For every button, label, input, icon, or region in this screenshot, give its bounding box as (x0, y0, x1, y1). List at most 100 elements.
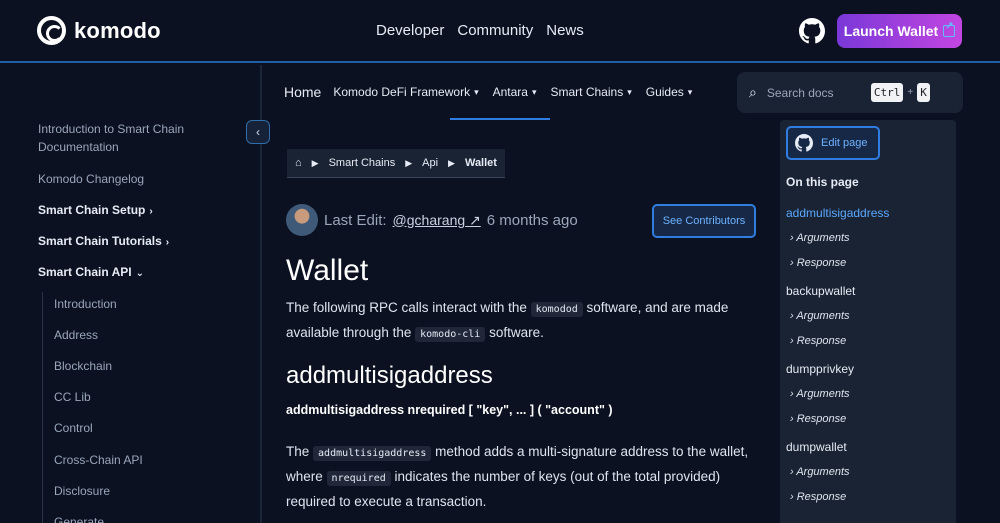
sidebar-subitem-generate[interactable]: Generate (54, 515, 104, 523)
toc-subitem[interactable]: › Arguments (790, 388, 850, 400)
shortcut-key-ctrl: Ctrl (870, 83, 904, 102)
chevron-right-icon: ▶ (311, 157, 319, 168)
launch-wallet-button[interactable]: Launch Wallet (837, 14, 962, 48)
nav-link-community[interactable]: Community (457, 22, 533, 39)
docs-subnav: Home Komodo DeFi Framework ▾ Antara ▾ Smar… (284, 84, 706, 100)
github-icon[interactable] (799, 18, 825, 44)
subnav-label: Komodo DeFi Framework (333, 85, 471, 99)
toc-subitem[interactable]: › Response (790, 413, 846, 425)
intro-paragraph: The following RPC calls interact with th… (286, 296, 756, 346)
komodo-logo-icon (37, 16, 66, 45)
subnav-label: Antara (492, 85, 528, 99)
method-description: The addmultisigaddress method adds a mul… (286, 440, 756, 513)
search-placeholder: Search docs (766, 85, 834, 100)
chevron-right-icon: › (165, 237, 170, 248)
toc-subitem[interactable]: › Arguments (790, 466, 850, 478)
toc-item-backupwallet[interactable]: backupwallet (786, 284, 855, 298)
subnav-smart-chains[interactable]: Smart Chains ▾ (551, 85, 632, 99)
toc-subitem-label: Response (796, 257, 847, 269)
toc-subitem[interactable]: › Response (790, 491, 846, 503)
sidebar: Introduction to Smart Chain Documentatio… (0, 65, 270, 523)
collapse-sidebar-button[interactable]: ‹ (246, 120, 270, 144)
toc-subitem-label: Response (796, 335, 847, 347)
sidebar-item-api[interactable]: Smart Chain API ⌄ (38, 263, 218, 283)
toc-subitem[interactable]: › Response (790, 257, 846, 269)
sidebar-item-changelog[interactable]: Komodo Changelog (38, 170, 218, 188)
sidebar-tree-line (42, 292, 43, 523)
intro-text: software. (489, 325, 544, 340)
home-icon[interactable]: ⌂ (295, 157, 302, 169)
page-title: Wallet (286, 254, 369, 287)
nav-link-news[interactable]: News (546, 22, 584, 39)
subnav-label: Guides (645, 85, 684, 99)
section-heading: addmultisigaddress (286, 362, 493, 389)
toc-subitem[interactable]: › Arguments (790, 232, 850, 244)
chevron-down-icon: ▾ (627, 86, 632, 97)
toc-subitem-label: Arguments (796, 466, 850, 478)
subnav-defi-framework[interactable]: Komodo DeFi Framework ▾ (333, 85, 478, 99)
sidebar-subitem-cclib[interactable]: CC Lib (54, 390, 91, 404)
see-contributors-button[interactable]: See Contributors (652, 204, 756, 238)
subnav-home[interactable]: Home (284, 84, 321, 100)
subnav-guides[interactable]: Guides ▾ (646, 85, 693, 99)
breadcrumb-smart-chains[interactable]: Smart Chains (329, 157, 396, 169)
external-arrow-icon: ↗ (469, 211, 481, 228)
toc-title: On this page (786, 175, 859, 189)
sidebar-subitem-control[interactable]: Control (54, 421, 93, 435)
sidebar-item-setup[interactable]: Smart Chain Setup › (38, 201, 218, 221)
sidebar-subitem-disclosure[interactable]: Disclosure (54, 484, 110, 498)
search-input[interactable]: ⌕ Search docs Ctrl + K (737, 72, 963, 113)
toc-subitem-label: Arguments (796, 310, 850, 322)
last-edit-time: 6 months ago (486, 211, 578, 229)
toc-subitem[interactable]: › Response (790, 335, 846, 347)
edit-page-label: Edit page (821, 137, 868, 149)
brand-name: komodo (74, 17, 161, 43)
sidebar-subitem-crosschain[interactable]: Cross-Chain API (54, 453, 143, 467)
sidebar-item-tutorials[interactable]: Smart Chain Tutorials › (38, 232, 218, 252)
inline-code: nrequired (326, 471, 391, 486)
chevron-left-icon: ‹ (256, 125, 260, 139)
sidebar-item-introduction[interactable]: Introduction to Smart Chain Documentatio… (38, 120, 218, 156)
toc-item-dumpprivkey[interactable]: dumpprivkey (786, 362, 854, 376)
toc-subitem-label: Response (796, 491, 847, 503)
editor-link[interactable]: @gcharang ↗ (393, 212, 481, 229)
breadcrumb: ⌂ ▶ Smart Chains ▶ Api ▶ Wallet (287, 149, 505, 178)
komodo-logo[interactable]: komodo (37, 16, 161, 45)
chevron-right-icon: ▶ (448, 157, 455, 168)
method-signature: addmultisigaddress nrequired [ "key", ..… (286, 403, 613, 417)
toc-subitem-label: Arguments (796, 232, 850, 244)
github-icon (795, 134, 813, 152)
chevron-right-icon: ▶ (405, 157, 413, 168)
avatar (286, 204, 318, 236)
last-edit-label: Last Edit: (324, 211, 387, 229)
toc-item-addmultisigaddress[interactable]: addmultisigaddress (786, 206, 889, 220)
sidebar-subitem-blockchain[interactable]: Blockchain (54, 359, 112, 373)
shortcut-key-k: K (917, 83, 930, 102)
top-nav-links: Developer Community News (376, 22, 584, 39)
editor-name: @gcharang (392, 211, 466, 228)
shortcut-plus: + (907, 87, 914, 98)
intro-text: The following RPC calls interact with th… (286, 300, 527, 315)
subnav-label: Smart Chains (550, 85, 624, 99)
breadcrumb-api[interactable]: Api (422, 157, 438, 169)
search-icon: ⌕ (749, 84, 757, 100)
launch-wallet-label: Launch Wallet (843, 23, 939, 39)
chevron-down-icon: ▾ (474, 86, 479, 97)
sidebar-subitem-address[interactable]: Address (54, 328, 98, 342)
chevron-down-icon: ▾ (531, 86, 537, 97)
inline-code: addmultisigaddress (313, 446, 432, 461)
toc-subitem-label: Response (796, 413, 847, 425)
top-navbar: komodo Developer Community News Launch W… (0, 0, 1000, 63)
breadcrumb-wallet: Wallet (464, 157, 497, 169)
last-edit-row: Last Edit: @gcharang ↗ 6 months ago (286, 204, 578, 236)
chevron-down-icon: ▾ (687, 86, 693, 97)
sidebar-subitem-introduction[interactable]: Introduction (54, 297, 117, 311)
toc-subitem[interactable]: › Arguments (790, 310, 850, 322)
active-tab-indicator (450, 118, 550, 120)
toc-item-dumpwallet[interactable]: dumpwallet (786, 440, 847, 454)
inline-code: komodod (530, 302, 583, 317)
table-of-contents: Edit page On this page addmultisigaddres… (780, 120, 956, 523)
edit-page-button[interactable]: Edit page (786, 126, 880, 160)
nav-link-developer[interactable]: Developer (376, 22, 444, 39)
subnav-antara[interactable]: Antara ▾ (493, 85, 537, 99)
